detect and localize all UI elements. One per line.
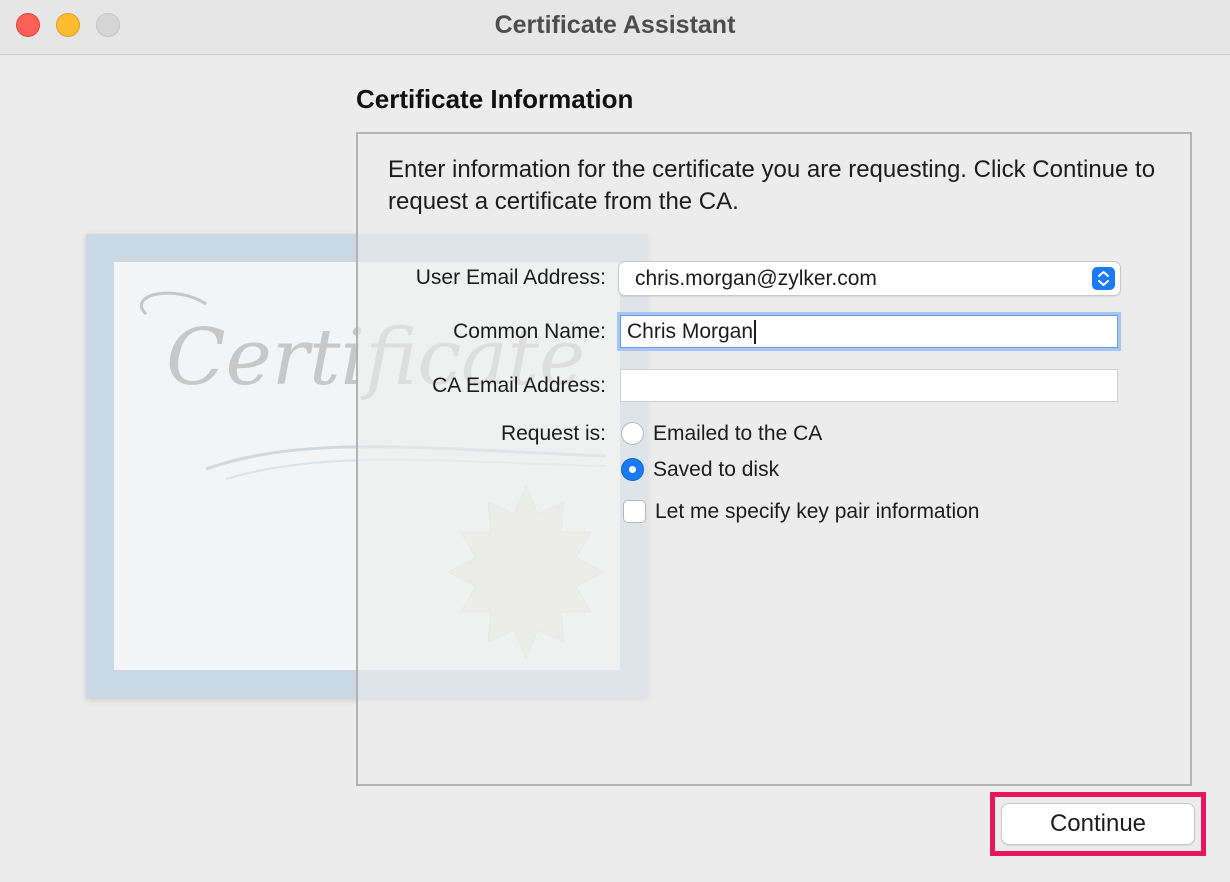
user-email-value: chris.morgan@zylker.com [635,267,877,290]
common-name-label: Common Name: [453,320,606,343]
radio-emailed-to-ca[interactable] [621,422,644,445]
title-bar: Certificate Assistant [0,0,1230,55]
ca-email-label: CA Email Address: [432,374,606,397]
common-name-value: Chris Morgan [627,316,757,347]
continue-highlight-box [990,792,1206,856]
emailed-to-ca-label[interactable]: Emailed to the CA [653,422,822,446]
saved-to-disk-label[interactable]: Saved to disk [653,458,779,482]
key-pair-label[interactable]: Let me specify key pair information [655,500,979,524]
user-email-popup[interactable]: chris.morgan@zylker.com [619,262,1120,295]
text-caret [754,320,757,345]
window-title: Certificate Assistant [494,11,736,39]
user-email-label: User Email Address: [415,266,606,289]
common-name-field[interactable]: Chris Morgan [620,315,1118,348]
section-heading: Certificate Information [356,84,634,114]
request-is-label: Request is: [500,422,606,445]
radio-saved-to-disk[interactable] [621,458,644,481]
chevron-updown-icon [1092,267,1115,290]
certificate-assistant-window: Certificate Assistant Certificate Certif… [0,0,1230,882]
ca-email-field[interactable] [620,369,1118,402]
intro-text: Enter information for the certificate yo… [388,156,1156,215]
key-pair-checkbox[interactable] [623,500,646,523]
